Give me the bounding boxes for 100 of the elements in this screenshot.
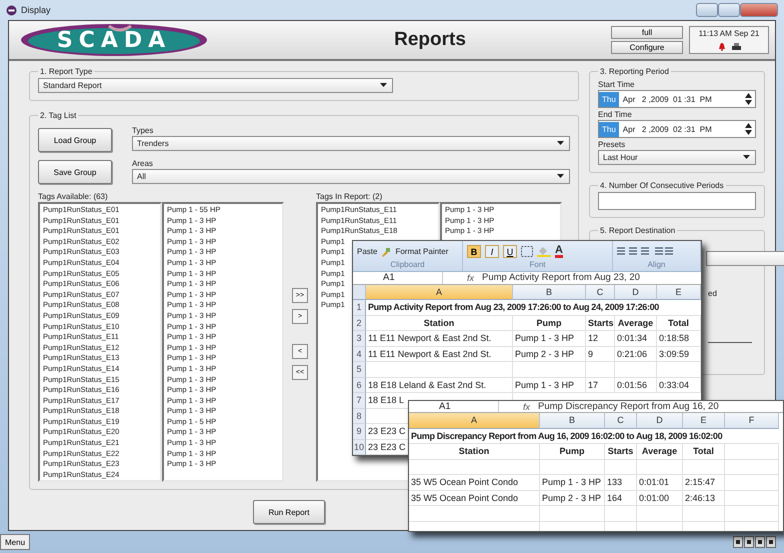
column-header[interactable]: B (540, 413, 605, 428)
row-number: 1 (353, 300, 366, 316)
scroll-button[interactable] (744, 536, 754, 548)
column-header[interactable]: A (409, 413, 540, 428)
select-all-corner[interactable] (353, 284, 366, 300)
logo: SCADA (19, 23, 209, 57)
row-number: 5 (353, 362, 366, 378)
empty-cell (725, 460, 779, 475)
option-label: ed (708, 289, 717, 298)
empty-cell (615, 362, 657, 378)
window-title: Display (21, 5, 51, 15)
name-box[interactable]: A1 (409, 401, 499, 412)
table-cell: Pump Activity Report from Aug 23, 2009 17:26:00 to Aug 24, 2009 17:26:00 (366, 300, 701, 316)
spinner-icon (745, 93, 752, 105)
table-cell: Pump (513, 316, 586, 331)
group-button[interactable]: Save Group (38, 160, 112, 184)
format-button[interactable]: U (503, 245, 517, 258)
presets-dropdown[interactable]: Last Hour (598, 150, 756, 165)
page-title: Reports (393, 29, 467, 51)
spinner-icon (745, 123, 752, 135)
column-header[interactable]: F (725, 413, 779, 428)
dropdown-arrow-icon (743, 155, 750, 160)
table-cell: 0:01:34 (615, 331, 657, 346)
table-cell: 0:01:56 (615, 378, 657, 393)
table-cell: 0:33:04 (657, 378, 701, 393)
table-cell: 17 (586, 378, 615, 393)
group-title: 5. Report Destination (599, 226, 676, 235)
maximize-button[interactable] (718, 3, 740, 17)
menu-button[interactable]: Menu (0, 534, 30, 550)
paintbrush-icon (381, 246, 392, 257)
square-icon (769, 540, 773, 544)
group-title: 3. Reporting Period (599, 67, 670, 76)
table-cell: Pump 2 - 3 HP (513, 346, 586, 362)
date-time-picker[interactable]: Thu Apr 2 ,2009 01 :31 PM (598, 90, 756, 108)
scroll-button[interactable] (733, 536, 743, 548)
field-label: Presets (598, 140, 626, 149)
clock-text: 11:13 AM Sep 21 (698, 29, 760, 38)
table-cell: 18 E18 Leland & East 2nd St. (366, 378, 513, 393)
name-box[interactable]: A1 (353, 272, 443, 284)
dropdown-arrow-icon (557, 174, 564, 179)
row-number: 8 (353, 408, 366, 424)
format-button[interactable]: B (467, 245, 481, 258)
row-number: 2 (353, 316, 366, 331)
header-button[interactable]: full (611, 26, 683, 39)
table-cell: 3:09:59 (657, 346, 701, 362)
minimize-button[interactable] (696, 3, 718, 17)
format-button[interactable]: I (485, 245, 499, 258)
table-cell: Pump 2 - 3 HP (540, 490, 605, 506)
column-header[interactable]: D (637, 413, 683, 428)
empty-cell (725, 475, 779, 490)
header-button[interactable]: Configure (611, 41, 683, 54)
table-cell: Pump 1 - 3 HP (513, 378, 586, 393)
paste-button[interactable]: Paste (357, 247, 378, 256)
group-title: 4. Number Of Consecutive Periods (599, 181, 725, 190)
table-cell: 2:15:47 (683, 475, 725, 490)
fill-color-icon (537, 246, 551, 258)
square-icon (747, 540, 751, 544)
table-cell: 133 (605, 475, 637, 490)
table-cell: Station (366, 316, 513, 331)
field-label: Start Time (598, 80, 636, 89)
scroll-button[interactable] (755, 536, 765, 548)
format-painter-button[interactable]: Format Painter (395, 247, 448, 256)
types-dropdown[interactable]: Trenders (132, 136, 570, 151)
column-header[interactable]: C (586, 284, 615, 300)
row-number: 9 (353, 424, 366, 440)
table-cell: 164 (605, 490, 637, 506)
group-label: Font (528, 260, 546, 270)
date-time-picker[interactable]: Thu Apr 2 ,2009 02 :31 PM (598, 120, 756, 138)
empty-cell (605, 460, 637, 475)
empty-cell (725, 490, 779, 506)
areas-dropdown[interactable]: All (132, 169, 570, 184)
empty-cell (540, 506, 605, 522)
table-cell: Pump 1 - 3 HP (513, 331, 586, 346)
table-cell: 12 (586, 331, 615, 346)
borders-icon (521, 246, 533, 258)
font-color-button[interactable]: A (555, 245, 563, 258)
dropdown-arrow-icon (380, 83, 387, 88)
table-cell: Pump Discrepancy Report from Aug 16, 2009 16:02:00 to Aug 18, 2009 16:02:00 (409, 428, 779, 444)
run-report-button[interactable]: Run Report (253, 500, 325, 524)
app-icon (6, 4, 17, 16)
list-label: Tags In Report: (2) (316, 192, 384, 201)
table-cell: Total (657, 316, 701, 331)
column-header[interactable]: A (366, 284, 513, 300)
column-header[interactable]: E (657, 284, 701, 300)
column-header[interactable]: D (615, 284, 657, 300)
empty-cell (683, 460, 725, 475)
function-label: fx (467, 272, 474, 283)
column-header[interactable]: E (683, 413, 725, 428)
scroll-button[interactable] (766, 536, 776, 548)
report-type-dropdown[interactable]: Standard Report (38, 78, 393, 93)
column-header[interactable]: C (605, 413, 637, 428)
table-cell: 35 W5 Ocean Point Condo (409, 475, 540, 490)
periods-input[interactable] (598, 192, 756, 210)
close-button[interactable] (740, 3, 778, 17)
column-header[interactable]: B (513, 284, 586, 300)
row-number: 7 (353, 393, 366, 408)
empty-cell (586, 362, 615, 378)
group-button[interactable]: Load Group (38, 128, 112, 152)
field-label: End Time (598, 110, 633, 119)
empty-cell (683, 506, 725, 522)
